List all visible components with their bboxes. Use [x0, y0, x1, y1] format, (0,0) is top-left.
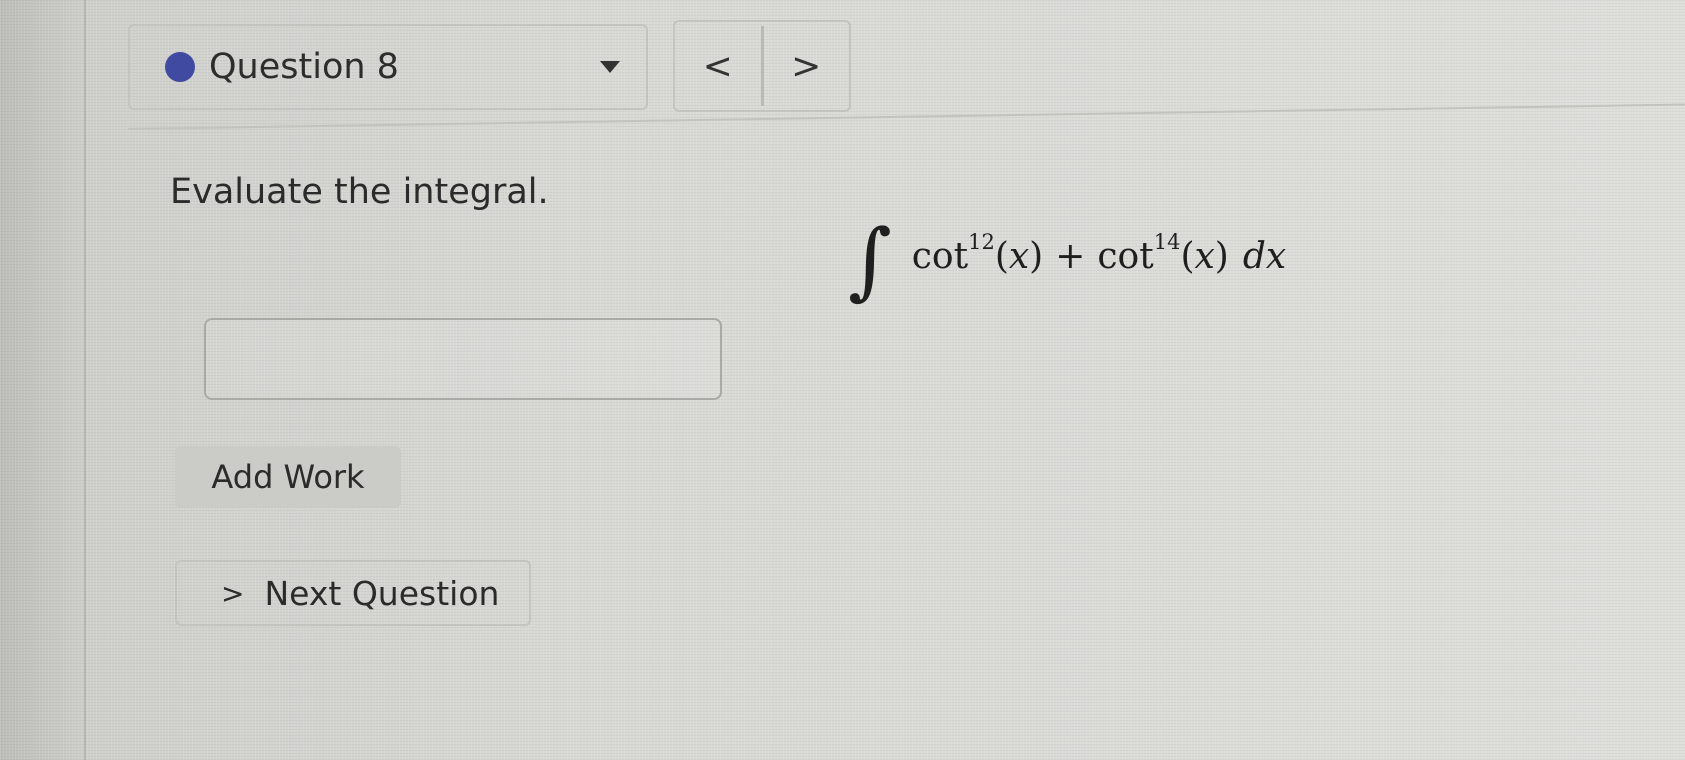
question-selector[interactable]: Question 8	[128, 24, 648, 110]
term1-close: )	[1029, 235, 1044, 277]
next-question-label: Next Question	[264, 573, 500, 613]
term1-power: 12	[968, 230, 995, 254]
term2-open: (	[1180, 235, 1195, 277]
differential-d: d	[1242, 235, 1266, 277]
status-dot-icon	[165, 52, 195, 82]
differential-var: x	[1265, 235, 1287, 277]
plus-operator: +	[1055, 235, 1086, 277]
chevron-right-icon: >	[221, 576, 245, 610]
term1-func: cot	[911, 235, 969, 277]
term1-var: x	[1008, 235, 1030, 277]
next-question-button[interactable]: > Next Question	[175, 560, 531, 626]
caret-down-icon[interactable]	[600, 61, 620, 73]
question-prompt: Evaluate the integral.	[170, 172, 549, 212]
integral-expression: ∫ cot 12(x) + cot 14(x) dx	[848, 210, 1286, 302]
term2-close: )	[1214, 235, 1229, 277]
question-label: Question 8	[209, 47, 399, 87]
term2-var: x	[1194, 235, 1215, 277]
previous-question-button[interactable]: <	[675, 22, 761, 110]
term1-open: (	[994, 235, 1009, 277]
chevron-right-icon: >	[791, 45, 822, 87]
question-nav: < >	[673, 20, 851, 112]
integral-sign: ∫	[848, 211, 892, 309]
answer-input[interactable]	[204, 318, 722, 400]
add-work-button[interactable]: Add Work	[175, 446, 401, 508]
term2-power: 14	[1153, 230, 1181, 254]
chevron-left-icon: <	[702, 45, 733, 87]
left-rail	[84, 0, 86, 760]
term2-func: cot	[1097, 235, 1154, 277]
next-question-arrow-button[interactable]: >	[764, 22, 850, 110]
